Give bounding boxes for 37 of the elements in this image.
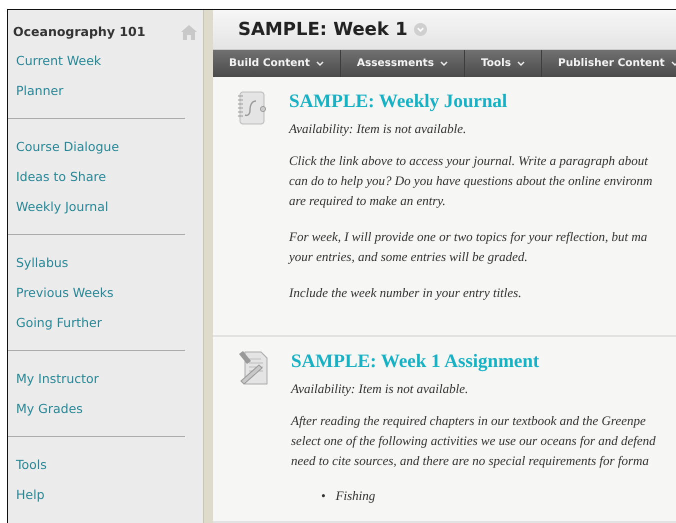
sidebar-link[interactable]: Weekly Journal [8, 192, 185, 222]
item-title-link[interactable]: SAMPLE: Weekly Journal [289, 91, 508, 113]
document-ruler-icon [237, 351, 269, 385]
sidebar-link[interactable]: My Grades [8, 394, 185, 424]
item-title-link[interactable]: SAMPLE: Week 1 Assignment [291, 351, 540, 373]
sidebar-link[interactable]: Syllabus [8, 248, 185, 278]
menu-button[interactable]: Tools [464, 50, 542, 77]
sidebar-link[interactable]: Tools [8, 450, 185, 480]
sidebar-link[interactable]: Going Further [8, 308, 185, 338]
splitter-bar[interactable] [203, 10, 213, 523]
sidebar-link[interactable]: Previous Weeks [8, 278, 185, 308]
bullet: • [321, 487, 326, 505]
paragraph: Include the week number in your entry titles. [289, 284, 522, 302]
paragraph: After reading the required chapters in our textbook and the Greenpe select one of the following activities we use our oceans for and defend need to cite sources, and there are no special requirements for forma [291, 412, 656, 470]
menu-button[interactable]: Publisher Content [542, 50, 676, 77]
caret-icon [316, 61, 324, 66]
menu-button[interactable]: Assessments [340, 50, 465, 77]
caret-icon [670, 61, 676, 66]
sidebar-link[interactable]: Course Dialogue [8, 132, 185, 162]
caret-icon [517, 61, 525, 66]
paragraph: For week, I will provide one or two topics for your reflection, but ma your entries, and some entries will be graded. [289, 228, 648, 266]
sidebar-link[interactable]: Help [8, 480, 185, 510]
menu-button[interactable]: Build Content [213, 50, 341, 77]
home-icon[interactable] [181, 24, 197, 40]
sidebar-link[interactable]: Current Week [8, 46, 203, 76]
caret-icon [440, 61, 448, 66]
course-title: Oceanography 101 [13, 22, 146, 41]
page-title: SAMPLE: Week 1 [238, 18, 408, 40]
availability-text: Availability: Item is not available. [291, 381, 470, 397]
paragraph: Click the link above to access your journal. Write a paragraph about can do to help you? Do you have questions about the online environm are required to make an entry. [289, 152, 652, 210]
notebook-icon [237, 91, 267, 125]
dropdown-icon[interactable] [414, 23, 427, 36]
sidebar-link[interactable]: Planner [8, 76, 203, 106]
sidebar-link[interactable]: My Instructor [8, 364, 185, 394]
availability-text: Availability: Item is not available. [289, 121, 468, 137]
list-item: Fishing [336, 487, 376, 505]
sidebar-link[interactable]: Ideas to Share [8, 162, 185, 192]
